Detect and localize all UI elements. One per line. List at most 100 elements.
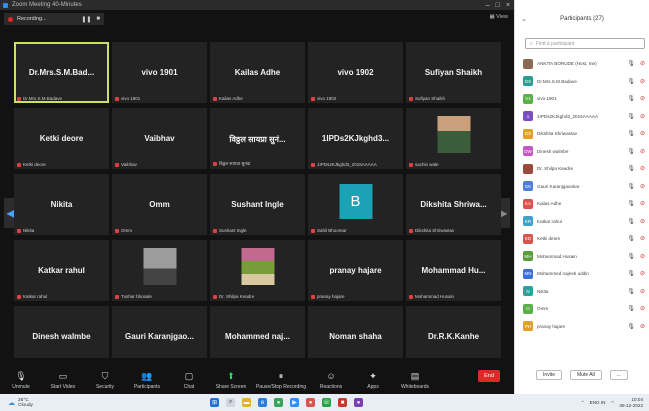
video-tile[interactable]: Ketki deore Ketki deore	[14, 108, 109, 169]
office-icon[interactable]: ■	[338, 398, 347, 407]
minimize-icon[interactable]: –	[486, 2, 490, 9]
video-tile[interactable]: B Sahil Bhoomar	[308, 174, 403, 235]
mic-muted-icon[interactable]: 🎙	[627, 200, 635, 207]
wifi-icon[interactable]: ◠	[610, 400, 614, 406]
mic-muted-icon[interactable]: 🎙	[627, 323, 635, 330]
video-tile[interactable]: 1IPDs2KJkghd3... 1IPDs2KJkghd3_2015AAAAA	[308, 108, 403, 169]
chrome-icon[interactable]: ●	[274, 398, 283, 407]
tile-display-name: 1IPDs2KJkghd3_2015AAAAA	[317, 162, 377, 167]
end-meeting-button[interactable]: End	[478, 370, 500, 382]
mic-muted-icon[interactable]: 🎙	[627, 130, 635, 137]
video-tile[interactable]: विठ्ठल सायप्रा सुनं... विठ्ठल सायप्रा सुन…	[210, 108, 305, 169]
whiteboard-button[interactable]: ▤ Whiteboards	[394, 371, 436, 390]
video-tile[interactable]: Kailas Adhe Kailas Adhe	[210, 42, 305, 103]
stop-recording-icon[interactable]: ■	[96, 16, 100, 23]
view-button[interactable]: ▦ View	[489, 14, 508, 20]
tile-footer: sachin wale	[409, 162, 439, 167]
maximize-icon[interactable]: □	[496, 2, 500, 9]
participant-row[interactable]: MH Mohammad Husain 🎙 ⊘	[523, 248, 645, 266]
reactions-button[interactable]: ☺ Reactions	[310, 371, 352, 390]
mic-muted-icon[interactable]: 🎙	[627, 183, 635, 190]
mute-all-button[interactable]: Mute All	[569, 370, 602, 380]
mic-muted-icon	[409, 228, 413, 233]
participant-row[interactable]: KR Katkar rahul 🎙 ⊘	[523, 213, 645, 231]
pause-recording-icon[interactable]: ❚❚	[81, 16, 91, 23]
mic-muted-icon[interactable]: 🎙	[627, 235, 635, 242]
invite-button[interactable]: Invite	[536, 370, 562, 380]
video-tile[interactable]: Dr. Shilpa Keadre	[210, 240, 305, 301]
video-off-button[interactable]: ▭ Start Video	[42, 371, 84, 390]
participant-row[interactable]: 1 1IPDs2KJkghd3_2015AAAAA 🎙 ⊘	[523, 108, 645, 126]
participant-row[interactable]: DS Dikshita Shriwastav 🎙 ⊘	[523, 125, 645, 143]
video-tile[interactable]: vivo 1902 vivo 1902	[308, 42, 403, 103]
participant-row[interactable]: DS Dr.Mrs.S.M.Badave 🎙 ⊘	[523, 73, 645, 91]
mic-muted-icon[interactable]: 🎙	[627, 305, 635, 312]
app-icon[interactable]: ●	[306, 398, 315, 407]
apps-button[interactable]: ✦ Apps	[352, 371, 394, 390]
clock[interactable]: 10:04 08-12-2022	[620, 397, 644, 409]
participant-row[interactable]: DW Dinesh walmbe 🎙 ⊘	[523, 143, 645, 161]
participant-row[interactable]: N Nikita 🎙 ⊘	[523, 283, 645, 301]
video-tile[interactable]: sachin wale	[406, 108, 501, 169]
mic-muted-icon[interactable]: 🎙	[627, 270, 635, 277]
weather-widget[interactable]: ☁ 25°C Cloudy	[0, 398, 60, 408]
avatar: MH	[523, 251, 533, 262]
participant-row[interactable]: O Omm 🎙 ⊘	[523, 300, 645, 318]
mic-muted-icon[interactable]: 🎙	[627, 253, 635, 260]
tile-footer: vivo 1901	[115, 96, 140, 101]
avatar: KR	[523, 216, 533, 227]
more-button[interactable]: ...	[609, 370, 628, 380]
app-icon[interactable]: ●	[354, 398, 363, 407]
chat-button[interactable]: ▢ Chat	[168, 371, 210, 390]
video-tile[interactable]: Katkar rahul Katkar rahul	[14, 240, 109, 301]
close-icon[interactable]: ×	[506, 2, 510, 9]
participant-name: 1IPDs2KJkghd3_2015AAAAA	[537, 113, 599, 119]
mic-muted-icon	[17, 228, 21, 233]
video-tile[interactable]: Dikshita Shriwa... Dikshita Shriwastav	[406, 174, 501, 235]
video-tile[interactable]: Dr.Mrs.S.M.Bad... Dr.Mrs.S.M.Badave	[14, 42, 109, 103]
share-screen-button[interactable]: ⬆ Share Screen	[210, 371, 252, 390]
video-tile[interactable]: vivo 1901 vivo 1901	[112, 42, 207, 103]
participant-row[interactable]: Dr. Shilpa Keadre 🎙 ⊘	[523, 160, 645, 178]
participant-row[interactable]: KA Kailas Adhe 🎙 ⊘	[523, 195, 645, 213]
mic-muted-icon[interactable]: 🎙	[627, 148, 635, 155]
video-tile[interactable]: Nikita Nikita	[14, 174, 109, 235]
video-tile[interactable]: Omm Omm	[112, 174, 207, 235]
video-tile[interactable]: pranay hajare pranay hajare	[308, 240, 403, 301]
participants-button[interactable]: 👥 Participants	[126, 371, 168, 390]
mic-muted-icon[interactable]: 🎙	[627, 78, 635, 85]
participant-row[interactable]: MN Mohammed najeeb uddin 🎙 ⊘	[523, 265, 645, 283]
zoom-app-icon[interactable]: ▶	[290, 398, 299, 407]
video-tile[interactable]: Tushar bhosale	[112, 240, 207, 301]
mic-muted-icon[interactable]: 🎙	[627, 218, 635, 225]
participant-row[interactable]: GK Gauri Karanjgaonkar 🎙 ⊘	[523, 178, 645, 196]
video-tile[interactable]: Vaibhav Vaibhav	[112, 108, 207, 169]
tile-name: Mohammad Hu...	[421, 266, 486, 275]
search-taskbar-icon[interactable]: ⌕	[226, 398, 235, 407]
mic-muted-button[interactable]: 🎙 Unmute	[0, 371, 42, 390]
file-explorer-icon[interactable]: ▬	[242, 398, 251, 407]
recording-button[interactable]: ⏸ Pause/Stop Recording	[252, 371, 310, 390]
shield-button[interactable]: ⛉ Security	[84, 371, 126, 390]
mic-muted-icon[interactable]: 🎙	[627, 95, 635, 102]
edge-icon[interactable]: e	[258, 398, 267, 407]
mic-muted-icon[interactable]: 🎙	[627, 288, 635, 295]
avatar: DS	[523, 76, 533, 87]
video-tile[interactable]: Mohammad Hu... Mohammad Husain	[406, 240, 501, 301]
lang-indicator[interactable]: ENG IN	[590, 400, 606, 405]
video-tile[interactable]: Sushant Ingle Sushant Ingle	[210, 174, 305, 235]
chevron-up-icon[interactable]: ⌃	[581, 400, 585, 406]
video-tile[interactable]: Sufiyan Shaikh Sufiyan Shaikh	[406, 42, 501, 103]
mic-muted-icon[interactable]: 🎙	[627, 113, 635, 120]
windows-start-icon[interactable]: ⊞	[210, 398, 219, 407]
mic-muted-icon[interactable]: 🎙	[627, 165, 635, 172]
participant-search-input[interactable]: ⌕ Find a participant	[525, 38, 645, 49]
chat-icon: ▢	[184, 371, 194, 381]
avatar: V1	[523, 93, 533, 104]
participant-row[interactable]: V1 vivo 1901 🎙 ⊘	[523, 90, 645, 108]
mic-muted-icon[interactable]: 🎙	[627, 60, 635, 67]
whatsapp-icon[interactable]: ☏	[322, 398, 331, 407]
participant-row[interactable]: PH pranay hajare 🎙 ⊘	[523, 318, 645, 336]
participant-row[interactable]: KD Ketki deore 🎙 ⊘	[523, 230, 645, 248]
participant-row[interactable]: ANKITA BORUDE (Host, me) 🎙 ⊘	[523, 55, 645, 73]
